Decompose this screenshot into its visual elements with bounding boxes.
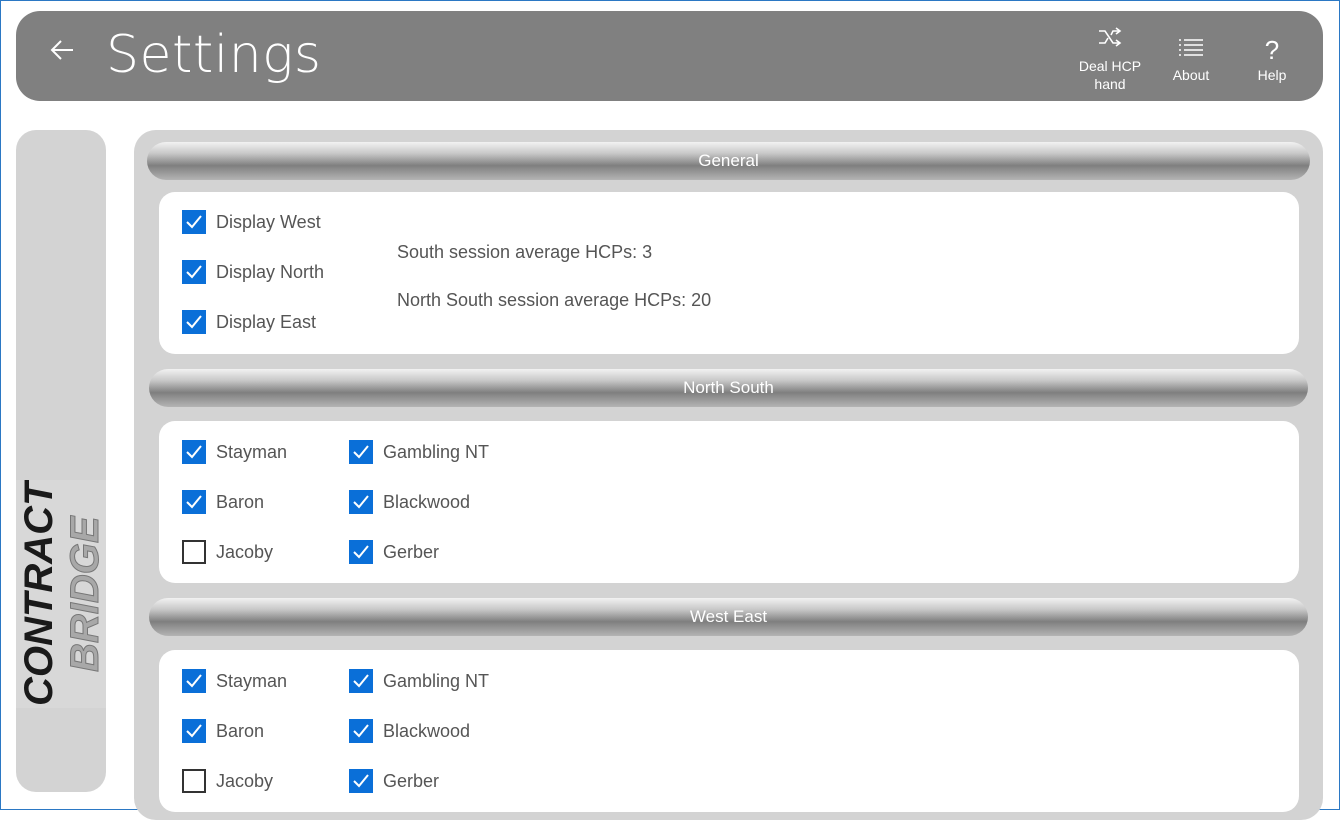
contract-bridge-logo: CONTRACT BRIDGE [16, 478, 106, 708]
checkbox-checked-icon [182, 669, 206, 693]
checkbox-checked-icon [182, 490, 206, 514]
checkbox-checked-icon [349, 769, 373, 793]
checkbox-label: Display East [216, 311, 317, 332]
north-south-average-hcp-text: North South session average HCPs: 20 [397, 290, 712, 310]
checkbox-unchecked-icon [182, 540, 206, 564]
ns-baron-checkbox[interactable]: Baron [182, 489, 264, 515]
checkbox-label: Display West [216, 211, 321, 232]
settings-panel: General Display West Display North Displ… [134, 130, 1323, 820]
display-east-checkbox[interactable]: Display East [182, 309, 316, 335]
deal-hcp-hand-button[interactable]: Deal HCP hand [1069, 25, 1151, 93]
logo-line1: CONTRACT [17, 480, 61, 706]
we-gerber-checkbox[interactable]: Gerber [349, 768, 439, 794]
checkbox-unchecked-icon [182, 769, 206, 793]
ns-gambling-nt-checkbox[interactable]: Gambling NT [349, 439, 489, 465]
we-gambling-nt-checkbox[interactable]: Gambling NT [349, 668, 489, 694]
south-average-hcp-text: South session average HCPs: 3 [397, 242, 653, 262]
checkbox-label: Stayman [216, 670, 288, 691]
checkbox-label: Stayman [216, 441, 288, 462]
checkbox-checked-icon [182, 260, 206, 284]
general-header: General [147, 142, 1310, 180]
logo-line2: BRIDGE [63, 515, 106, 672]
we-baron-checkbox[interactable]: Baron [182, 718, 264, 744]
north-south-card: Stayman Baron Jacoby Gambling NT Blackwo… [159, 421, 1299, 583]
display-north-checkbox[interactable]: Display North [182, 259, 324, 285]
checkbox-checked-icon [182, 719, 206, 743]
top-app-bar: Settings Deal HCP hand About ? Help [16, 11, 1323, 101]
page-title: Settings [106, 25, 322, 85]
checkbox-label: Gambling NT [383, 670, 490, 691]
ns-blackwood-checkbox[interactable]: Blackwood [349, 489, 470, 515]
checkbox-checked-icon [182, 440, 206, 464]
about-button[interactable]: About [1150, 25, 1232, 84]
help-label: Help [1257, 67, 1287, 83]
north-south-header: North South [149, 369, 1308, 407]
checkbox-label: Blackwood [383, 720, 471, 741]
checkbox-label: Baron [216, 720, 265, 741]
we-jacoby-checkbox[interactable]: Jacoby [182, 768, 273, 794]
checkbox-checked-icon [349, 669, 373, 693]
ns-stayman-checkbox[interactable]: Stayman [182, 439, 287, 465]
ns-gerber-checkbox[interactable]: Gerber [349, 539, 439, 565]
checkbox-checked-icon [349, 490, 373, 514]
checkbox-label: Jacoby [216, 541, 274, 562]
checkbox-checked-icon [182, 310, 206, 334]
checkbox-checked-icon [349, 719, 373, 743]
checkbox-checked-icon [349, 540, 373, 564]
we-blackwood-checkbox[interactable]: Blackwood [349, 718, 470, 744]
shuffle-icon [1069, 25, 1151, 57]
checkbox-checked-icon [182, 210, 206, 234]
logo-panel: CONTRACT BRIDGE [16, 130, 106, 792]
about-label: About [1172, 67, 1210, 83]
west-east-header: West East [149, 598, 1308, 636]
checkbox-checked-icon [349, 440, 373, 464]
checkbox-label: Gambling NT [383, 441, 490, 462]
list-icon [1150, 34, 1232, 66]
checkbox-label: Blackwood [383, 491, 471, 512]
checkbox-label: Gerber [383, 770, 440, 791]
checkbox-label: Baron [216, 491, 265, 512]
deal-hcp-label-line1: Deal HCP [1078, 58, 1142, 74]
west-east-card: Stayman Baron Jacoby Gambling NT Blackwo… [159, 650, 1299, 812]
checkbox-label: Display North [216, 261, 325, 282]
question-icon: ? [1264, 35, 1280, 65]
general-card: Display West Display North Display East … [159, 192, 1299, 354]
deal-hcp-label-line2: hand [1094, 76, 1126, 92]
checkbox-label: Jacoby [216, 770, 274, 791]
checkbox-label: Gerber [383, 541, 440, 562]
display-west-checkbox[interactable]: Display West [182, 209, 321, 235]
we-stayman-checkbox[interactable]: Stayman [182, 668, 287, 694]
back-arrow-icon [47, 39, 77, 72]
help-button[interactable]: ? Help [1231, 25, 1313, 84]
ns-jacoby-checkbox[interactable]: Jacoby [182, 539, 273, 565]
back-button[interactable] [40, 35, 84, 75]
